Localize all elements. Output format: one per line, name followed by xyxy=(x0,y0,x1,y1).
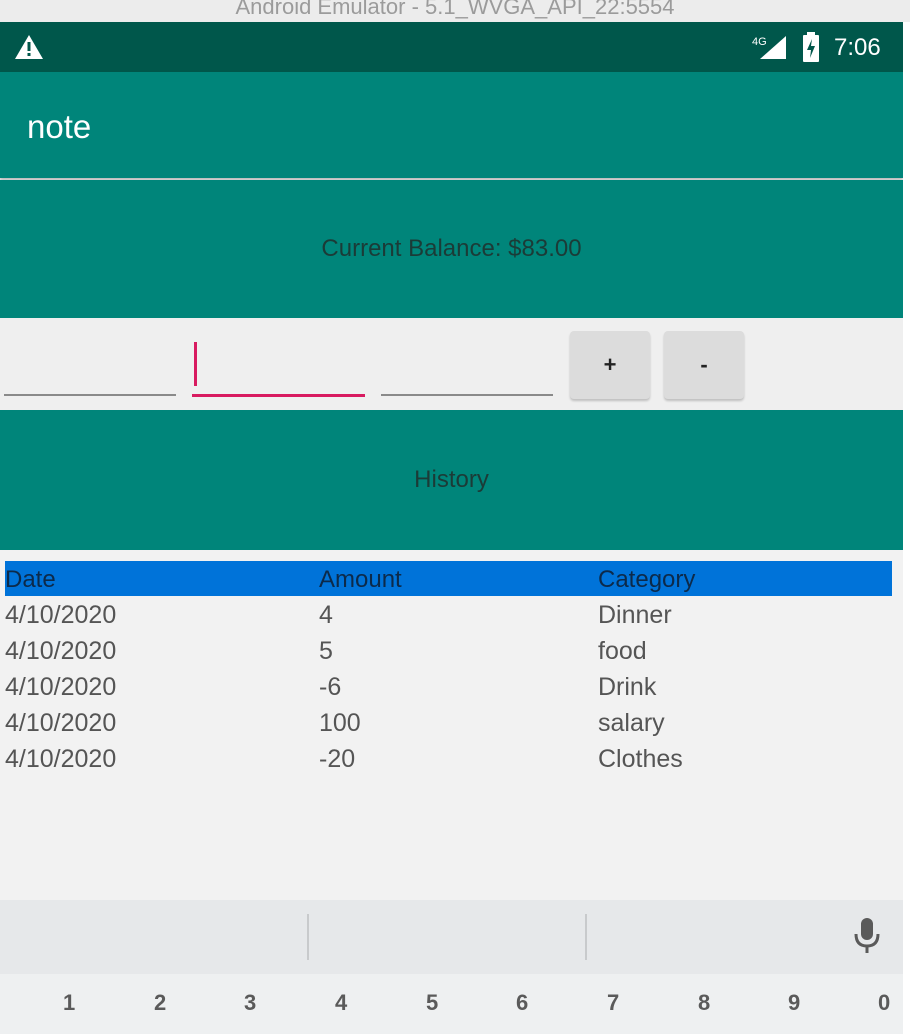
suggestion-divider xyxy=(307,914,309,960)
table-row[interactable]: 4/10/2020 5 food xyxy=(5,634,892,670)
table-row[interactable]: 4/10/2020 100 salary xyxy=(5,706,892,742)
current-balance-label: Current Balance: $83.00 xyxy=(321,235,582,262)
soft-keyboard: 1 2 3 4 5 6 7 8 9 0 xyxy=(0,974,910,1034)
add-button[interactable]: + xyxy=(570,331,650,399)
header-amount: Amount xyxy=(319,566,402,593)
key-number[interactable]: 7 xyxy=(607,990,619,1016)
screen-edge xyxy=(903,22,910,1034)
table-row[interactable]: 4/10/2020 4 Dinner xyxy=(5,598,892,634)
row-date: 4/10/2020 xyxy=(5,601,117,629)
app-title: note xyxy=(27,108,92,145)
key-number[interactable]: 8 xyxy=(698,990,710,1016)
key-number[interactable]: 6 xyxy=(516,990,528,1016)
subtract-button[interactable]: - xyxy=(664,331,744,399)
battery-charging-icon xyxy=(802,32,820,67)
history-title: History xyxy=(414,466,489,493)
text-cursor xyxy=(194,342,197,386)
header-date: Date xyxy=(5,566,56,593)
table-header: Date Amount Category xyxy=(5,561,892,596)
key-number[interactable]: 1 xyxy=(63,990,75,1016)
suggestion-divider xyxy=(585,914,587,960)
balance-panel: Current Balance: $83.00 xyxy=(0,180,903,318)
status-bar: 4G 7:06 xyxy=(0,22,903,72)
history-panel: History xyxy=(0,410,903,550)
row-date: 4/10/2020 xyxy=(5,709,117,737)
header-category: Category xyxy=(598,566,696,593)
app-bar: note xyxy=(0,72,903,178)
date-input[interactable] xyxy=(4,338,176,396)
row-category: Drink xyxy=(598,673,657,701)
key-number[interactable]: 9 xyxy=(788,990,800,1016)
key-number[interactable]: 4 xyxy=(335,990,347,1016)
status-time: 7:06 xyxy=(834,34,881,61)
amount-input[interactable] xyxy=(192,338,365,397)
row-amount: 100 xyxy=(319,709,361,737)
row-category: salary xyxy=(598,709,665,737)
row-amount: 4 xyxy=(319,601,333,629)
warning-triangle-icon xyxy=(14,34,44,65)
table-row[interactable]: 4/10/2020 -6 Drink xyxy=(5,670,892,706)
row-category: Clothes xyxy=(598,745,683,773)
table-row[interactable]: 4/10/2020 -20 Clothes xyxy=(5,742,892,778)
row-amount: 5 xyxy=(319,637,333,665)
key-number[interactable]: 5 xyxy=(426,990,438,1016)
category-input[interactable] xyxy=(381,338,553,396)
microphone-icon[interactable] xyxy=(852,916,882,961)
row-amount: -6 xyxy=(319,673,342,701)
network-type-label: 4G xyxy=(752,36,767,48)
row-category: Dinner xyxy=(598,601,672,629)
row-date: 4/10/2020 xyxy=(5,745,117,773)
row-date: 4/10/2020 xyxy=(5,673,117,701)
row-amount: -20 xyxy=(319,745,356,773)
emulator-window-title: Android Emulator - 5.1_WVGA_API_22:5554 xyxy=(0,0,910,22)
keyboard-suggestion-bar xyxy=(0,900,903,974)
key-number[interactable]: 0 xyxy=(878,990,890,1016)
key-number[interactable]: 2 xyxy=(154,990,166,1016)
key-number[interactable]: 3 xyxy=(244,990,256,1016)
row-date: 4/10/2020 xyxy=(5,637,117,665)
signal-icon: 4G xyxy=(752,34,788,65)
history-table: 4/10/2020 4 Dinner 4/10/2020 5 food 4/10… xyxy=(5,598,892,778)
row-category: food xyxy=(598,637,647,665)
